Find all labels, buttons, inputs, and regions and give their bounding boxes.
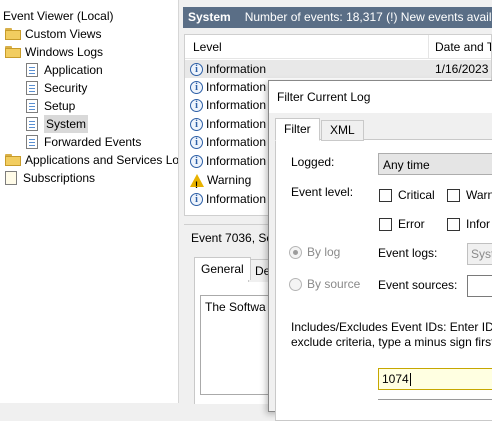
event-level: Information bbox=[206, 98, 267, 112]
event-level: Information bbox=[206, 135, 267, 149]
log-icon bbox=[26, 117, 38, 131]
log-icon bbox=[26, 63, 38, 77]
logged-dropdown[interactable]: Any time bbox=[378, 153, 492, 175]
critical-label: Critical bbox=[398, 188, 435, 202]
dialog-title[interactable]: Filter Current Log bbox=[269, 81, 492, 113]
log-icon bbox=[26, 81, 38, 95]
navigation-tree: Event Viewer (Local) Custom Views Window… bbox=[0, 0, 179, 403]
info-icon: i bbox=[190, 98, 203, 112]
log-header: System Number of events: 18,317 (!) New e… bbox=[183, 7, 492, 28]
event-level: Information bbox=[206, 62, 267, 76]
tree-custom-views-label: Custom Views bbox=[25, 27, 102, 41]
tree-item-application[interactable]: Application bbox=[26, 61, 103, 79]
info-icon: i bbox=[190, 62, 203, 76]
event-level: Warning bbox=[207, 173, 252, 187]
event-count-summary: Number of events: 18,317 (!) New events … bbox=[244, 10, 492, 24]
by-log-label: By log bbox=[307, 245, 341, 259]
by-source-radio[interactable] bbox=[289, 278, 302, 291]
tab-filter[interactable]: Filter bbox=[275, 118, 320, 141]
info-icon: i bbox=[190, 135, 203, 149]
event-logs-label: Event logs: bbox=[378, 246, 438, 260]
tree-item-applications-and-services[interactable]: Applications and Services Lo bbox=[5, 151, 179, 169]
info-icon: i bbox=[190, 154, 203, 168]
event-row[interactable]: iInformation 1/16/2023 4 bbox=[185, 60, 491, 78]
event-ids-instructions-line1: Includes/Excludes Event IDs: Enter ID n bbox=[291, 320, 492, 334]
logged-label: Logged: bbox=[291, 155, 335, 169]
event-sources-field[interactable] bbox=[467, 275, 492, 297]
folder-icon bbox=[5, 154, 21, 166]
error-checkbox[interactable] bbox=[379, 218, 392, 231]
next-field-edge bbox=[378, 399, 492, 412]
event-ids-value: 1074 bbox=[382, 372, 409, 386]
warning-icon: ! bbox=[190, 173, 204, 190]
tree-root-label: Event Viewer (Local) bbox=[3, 9, 114, 23]
subscriptions-icon bbox=[5, 171, 17, 185]
tree-forwarded-events-label: Forwarded Events bbox=[44, 135, 142, 149]
warning-checkbox[interactable] bbox=[447, 189, 460, 202]
folder-icon bbox=[5, 46, 21, 58]
event-level-label: Event level: bbox=[291, 185, 354, 199]
event-date: 1/16/2023 4 bbox=[435, 62, 491, 76]
tree-setup-label: Setup bbox=[44, 99, 76, 113]
tree-windows-logs-label: Windows Logs bbox=[25, 45, 104, 59]
tab-xml[interactable]: XML bbox=[321, 120, 364, 141]
event-level: Information bbox=[206, 117, 267, 131]
tree-item-event-viewer-root[interactable]: Event Viewer (Local) bbox=[3, 7, 114, 25]
error-label: Error bbox=[398, 217, 425, 231]
critical-checkbox[interactable] bbox=[379, 189, 392, 202]
info-icon: i bbox=[190, 80, 203, 94]
tree-item-windows-logs[interactable]: Windows Logs bbox=[5, 43, 103, 61]
information-checkbox[interactable] bbox=[447, 218, 460, 231]
tree-subscriptions-label: Subscriptions bbox=[23, 171, 96, 185]
event-sources-label: Event sources: bbox=[378, 278, 458, 292]
tab-general[interactable]: General bbox=[194, 257, 251, 280]
warning-label: Warn bbox=[466, 188, 492, 202]
column-header-level[interactable]: Level bbox=[185, 35, 429, 59]
tree-item-setup[interactable]: Setup bbox=[26, 97, 75, 115]
tree-item-custom-views[interactable]: Custom Views bbox=[5, 25, 101, 43]
tree-system-label: System bbox=[44, 115, 89, 133]
tree-apps-services-label: Applications and Services Lo bbox=[25, 153, 179, 167]
event-level: Information bbox=[206, 192, 267, 206]
filter-current-log-dialog: Filter Current Log Filter XML Logged: An… bbox=[268, 80, 492, 421]
event-detail-title: Event 7036, Ser bbox=[191, 231, 278, 245]
log-icon bbox=[26, 99, 38, 113]
log-name: System bbox=[188, 10, 231, 24]
tree-security-label: Security bbox=[44, 81, 88, 95]
information-label: Infor bbox=[466, 217, 491, 231]
tree-item-forwarded-events[interactable]: Forwarded Events bbox=[26, 133, 141, 151]
event-level: Information bbox=[206, 80, 267, 94]
column-header-date[interactable]: Date and T bbox=[429, 35, 491, 59]
event-logs-field[interactable]: Syste bbox=[467, 243, 492, 265]
event-ids-instructions-line2: exclude criteria, type a minus sign firs… bbox=[291, 335, 492, 349]
folder-icon bbox=[5, 28, 21, 40]
log-icon bbox=[26, 135, 38, 149]
tree-item-subscriptions[interactable]: Subscriptions bbox=[5, 169, 95, 187]
tree-application-label: Application bbox=[44, 63, 103, 77]
tree-item-security[interactable]: Security bbox=[26, 79, 87, 97]
by-log-radio[interactable] bbox=[289, 246, 302, 259]
tree-item-system[interactable]: System bbox=[26, 115, 89, 133]
info-icon: i bbox=[190, 117, 203, 131]
event-level: Information bbox=[206, 154, 267, 168]
info-icon: i bbox=[190, 192, 203, 206]
by-source-label: By source bbox=[307, 277, 361, 291]
event-ids-input[interactable]: 1074 bbox=[378, 368, 492, 390]
